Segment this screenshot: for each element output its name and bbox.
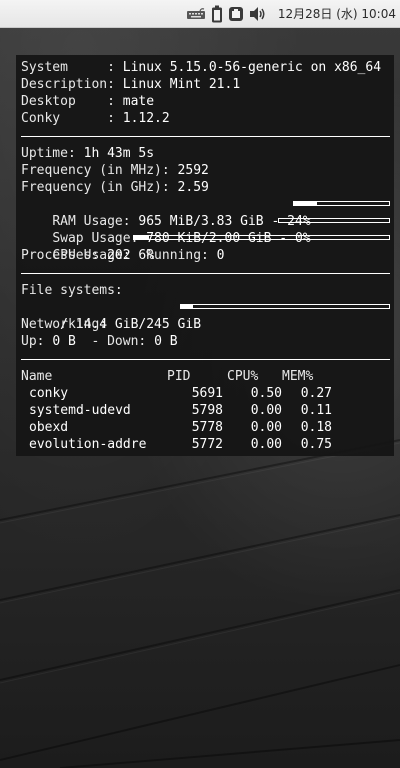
process-cpu: 0.00 — [250, 403, 282, 418]
root-fs-bar — [180, 304, 390, 309]
process-pid: 5772 — [191, 437, 223, 452]
keyboard-icon[interactable] — [186, 5, 206, 23]
conky-version-row: Conky : 1.12.2 — [21, 110, 390, 127]
ram-usage-bar — [293, 201, 390, 206]
networking-header: Networking: — [21, 316, 390, 333]
conky-widget: System : Linux 5.15.0-56-generic on x86_… — [16, 55, 394, 456]
freq-ghz-row: Frequency (in GHz): 2.59 — [21, 179, 390, 196]
processes-row: Processes: 202 Running: 0 — [21, 247, 390, 264]
processes-value: 202 — [107, 248, 131, 263]
filesystems-header-label: File systems: — [21, 283, 123, 298]
up-value: 0 B — [52, 334, 76, 349]
processes-label: Processes: — [21, 248, 108, 263]
process-name: systemd-udevd — [29, 403, 131, 418]
freq-mhz-value: 2592 — [177, 163, 209, 178]
conky-label: Conky : — [21, 111, 123, 126]
desktop-label: Desktop : — [21, 94, 123, 109]
divider — [21, 136, 390, 137]
process-table-body: conky 5691 0.50 0.27 systemd-udevd 5798 0.00 0.… — [21, 385, 390, 453]
process-cpu: 0.50 — [250, 386, 282, 401]
battery-icon[interactable] — [211, 5, 223, 23]
col-mem-header: MEM% — [282, 369, 314, 384]
down-label: - Down: — [75, 334, 155, 349]
running-value: 0 — [216, 248, 225, 263]
description-label: Description: — [21, 77, 123, 92]
top-panel: 12月28日 (水) 10:04 — [0, 0, 400, 28]
system-row: System : Linux 5.15.0-56-generic on x86_… — [21, 59, 390, 76]
process-cpu: 0.00 — [250, 437, 282, 452]
swap-row: Swap Usage: 780 KiB/2.00 GiB - 0% — [21, 213, 390, 246]
process-row: systemd-udevd 5798 0.00 0.11 — [21, 402, 390, 419]
process-cpu: 0.00 — [250, 420, 282, 435]
col-pid-header: PID — [167, 369, 191, 384]
process-name: evolution-addre — [29, 437, 147, 452]
cpu-usage-bar — [133, 235, 390, 240]
description-row: Description: Linux Mint 21.1 — [21, 76, 390, 93]
cpu-usage-bar-fill — [134, 236, 150, 239]
process-mem: 0.75 — [300, 437, 332, 452]
process-row: obexd 5778 0.00 0.18 — [21, 419, 390, 436]
process-pid: 5798 — [191, 403, 223, 418]
process-name: obexd — [29, 420, 69, 435]
volume-icon[interactable] — [249, 5, 267, 23]
process-table-header: Name PID CPU% MEM% — [21, 368, 390, 385]
ram-row: RAM Usage: 965 MiB/3.83 GiB - 24% — [21, 196, 390, 229]
desktop-value: mate — [122, 94, 155, 109]
network-row: Up: 0 B - Down: 0 B — [21, 333, 390, 350]
clock[interactable]: 12月28日 (水) 10:04 — [278, 5, 396, 22]
divider — [21, 273, 390, 274]
filesystems-header: File systems: — [21, 282, 390, 299]
uptime-value: 1h 43m 5s — [83, 146, 155, 161]
networking-header-label: Networking: — [21, 317, 108, 332]
process-mem: 0.27 — [300, 386, 332, 401]
description-value: Linux Mint 21.1 — [122, 77, 241, 92]
ram-usage-bar-fill — [294, 202, 317, 205]
conky-value: 1.12.2 — [122, 111, 170, 126]
process-name: conky — [29, 386, 69, 401]
process-row: conky 5691 0.50 0.27 — [21, 385, 390, 402]
divider — [21, 359, 390, 360]
system-value: Linux 5.15.0-56-generic on x86_64 — [122, 60, 382, 75]
col-cpu-header: CPU% — [227, 369, 259, 384]
cpu-row: CPU Usage: 6% — [21, 230, 390, 263]
process-mem: 0.11 — [300, 403, 332, 418]
freq-mhz-label: Frequency (in MHz): — [21, 163, 178, 178]
uptime-label: Uptime: — [21, 146, 84, 161]
root-fs-row: / 14.4 GiB/245 GiB — [21, 299, 390, 332]
system-label: System : — [21, 60, 123, 75]
desktop-row: Desktop : mate — [21, 93, 390, 110]
down-value: 0 B — [154, 334, 178, 349]
root-fs-bar-fill — [181, 305, 194, 308]
freq-ghz-value: 2.59 — [177, 180, 209, 195]
swap-usage-bar — [278, 218, 390, 223]
running-label: Running: — [130, 248, 217, 263]
freq-mhz-row: Frequency (in MHz): 2592 — [21, 162, 390, 179]
up-label: Up: — [21, 334, 53, 349]
network-icon[interactable] — [228, 5, 244, 23]
process-pid: 5778 — [191, 420, 223, 435]
process-row: evolution-addre 5772 0.00 0.75 — [21, 436, 390, 453]
process-pid: 5691 — [191, 386, 223, 401]
freq-ghz-label: Frequency (in GHz): — [21, 180, 178, 195]
process-mem: 0.18 — [300, 420, 332, 435]
col-name-header: Name — [21, 369, 53, 384]
uptime-row: Uptime: 1h 43m 5s — [21, 145, 390, 162]
